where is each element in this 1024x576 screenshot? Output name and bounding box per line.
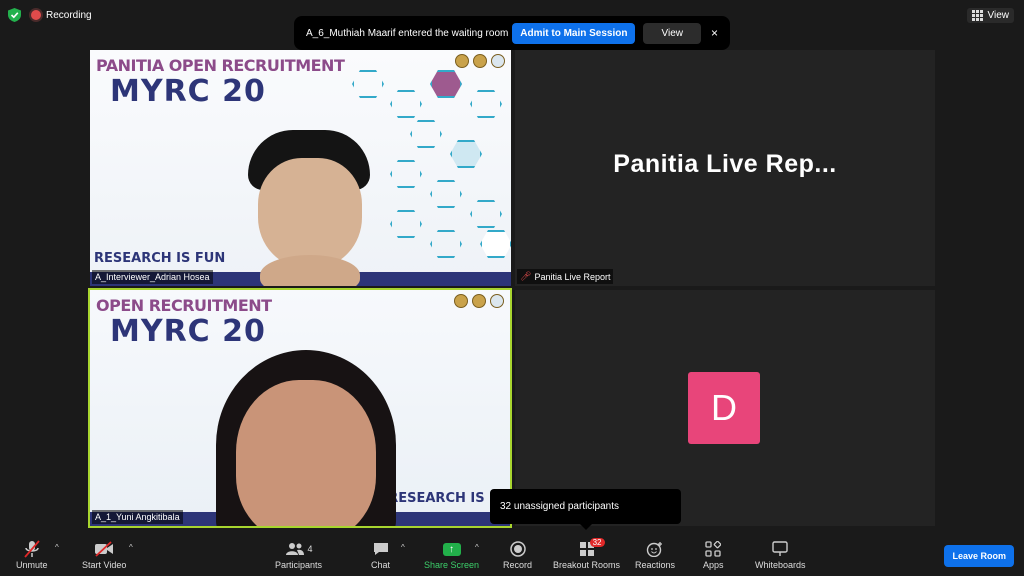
participants-icon: 4 <box>285 540 313 558</box>
slide-footer-text: RESEARCH IS FUN <box>94 251 226 266</box>
participant-name-tag: A_1_Yuni Angkitibala <box>92 510 183 524</box>
encryption-shield-icon[interactable] <box>8 8 21 22</box>
view-button[interactable]: View <box>966 8 1014 23</box>
participants-count: 4 <box>307 544 313 554</box>
participant-display-name: Panitia Live Rep... <box>613 150 837 178</box>
hexagon-shape <box>430 180 462 208</box>
sponsor-logos <box>454 294 504 308</box>
record-label: Record <box>503 560 533 570</box>
participant-face <box>236 380 376 526</box>
avatar: D <box>688 372 760 444</box>
participant-name-tag: A_Interviewer_Adrian Hosea <box>92 270 213 284</box>
slide-footer-text: RESEARCH IS F <box>388 491 498 506</box>
logo-icon <box>473 54 487 68</box>
hexagon-shape <box>430 230 462 258</box>
slide-title-large: MYRC 20 <box>110 74 266 109</box>
recording-indicator[interactable]: Recording <box>31 10 92 21</box>
leave-room-button[interactable]: Leave Room <box>944 545 1014 567</box>
audio-options-caret-icon[interactable]: ^ <box>55 543 59 552</box>
apps-label: Apps <box>703 560 724 570</box>
breakout-rooms-label: Breakout Rooms <box>553 560 621 570</box>
video-tile-active-speaker[interactable]: OPEN RECRUITMENT MYRC 20 RESEARCH IS F A… <box>88 288 512 528</box>
hexagon-shape <box>430 70 462 98</box>
slide-title-small: OPEN RECRUITMENT <box>96 296 272 315</box>
reactions-button[interactable]: Reactions <box>635 540 675 570</box>
hexagon-shape <box>480 230 511 258</box>
breakout-rooms-tooltip: 32 unassigned participants <box>490 489 681 530</box>
apps-icon <box>705 540 722 558</box>
record-icon <box>509 540 526 558</box>
video-options-caret-icon[interactable]: ^ <box>129 543 133 552</box>
start-video-label: Start Video <box>82 560 127 570</box>
whiteboards-button[interactable]: Whiteboards <box>755 540 806 570</box>
waiting-room-notification: A_6_Muthiah Maarif entered the waiting r… <box>294 16 730 50</box>
slide-title-large: MYRC 20 <box>110 314 266 349</box>
slide-title-small: PANITIA OPEN RECRUITMENT <box>96 56 345 75</box>
whiteboards-label: Whiteboards <box>755 560 806 570</box>
hexagon-shape <box>410 120 442 148</box>
unmute-label: Unmute <box>16 560 48 570</box>
hexagon-shape <box>450 140 482 168</box>
participant-name: A_Interviewer_Adrian Hosea <box>95 272 210 282</box>
mic-muted-icon <box>24 540 40 558</box>
participant-name: Panitia Live Report <box>534 271 611 282</box>
hexagon-shape <box>470 90 502 118</box>
logo-icon <box>490 294 504 308</box>
video-tile-live-report[interactable]: Panitia Live Rep... 🎤︎ Panitia Live Repo… <box>515 50 935 286</box>
admit-to-main-session-button[interactable]: Admit to Main Session <box>512 22 636 44</box>
participant-name: A_1_Yuni Angkitibala <box>95 512 180 522</box>
logo-icon <box>454 294 468 308</box>
notification-view-button[interactable]: View <box>643 22 701 44</box>
logo-icon <box>491 54 505 68</box>
share-screen-label: Share Screen <box>424 560 480 570</box>
video-tile-interviewer[interactable]: PANITIA OPEN RECRUITMENT MYRC 20 RESEARC… <box>90 50 511 286</box>
participant-face <box>258 158 362 268</box>
hexagon-shape <box>390 90 422 118</box>
breakout-rooms-icon: 32 <box>579 538 605 558</box>
tooltip-text: 32 unassigned participants <box>500 501 619 512</box>
top-status-bar: Recording <box>8 8 92 22</box>
chat-icon <box>373 540 389 558</box>
view-label: View <box>987 10 1010 21</box>
participants-label: Participants <box>275 560 323 570</box>
notification-message: A_6_Muthiah Maarif entered the waiting r… <box>306 27 509 39</box>
smiley-plus-icon <box>646 540 664 558</box>
hexagon-shape <box>470 200 502 228</box>
record-button[interactable]: Record <box>503 540 532 570</box>
grid-view-icon <box>971 10 983 21</box>
reactions-label: Reactions <box>635 560 676 570</box>
sponsor-logos <box>455 54 505 68</box>
logo-icon <box>472 294 486 308</box>
close-icon[interactable]: × <box>711 26 718 40</box>
breakout-rooms-badge: 32 <box>589 538 605 547</box>
muted-mic-icon: 🎤︎ <box>520 271 532 281</box>
participants-button[interactable]: 4 Participants <box>275 540 322 570</box>
zoom-meeting-window: Recording View A_6_Muthiah Maarif entere… <box>0 0 1024 576</box>
hexagon-shape <box>352 70 384 98</box>
share-screen-icon: ↑ <box>442 540 461 558</box>
whiteboard-icon <box>771 540 789 558</box>
chat-button[interactable]: Chat <box>371 540 390 570</box>
recording-label: Recording <box>46 9 92 21</box>
chat-options-caret-icon[interactable]: ^ <box>401 543 405 552</box>
hexagon-shape <box>390 210 422 238</box>
share-options-caret-icon[interactable]: ^ <box>475 543 479 552</box>
apps-button[interactable]: Apps <box>703 540 724 570</box>
recording-dot-icon <box>31 10 41 20</box>
unmute-button[interactable]: Unmute <box>16 540 48 570</box>
chat-label: Chat <box>371 560 391 570</box>
hexagon-shape <box>390 160 422 188</box>
logo-icon <box>455 54 469 68</box>
participant-name-tag: 🎤︎ Panitia Live Report <box>517 269 614 284</box>
share-screen-button[interactable]: ↑ Share Screen <box>424 540 479 570</box>
video-off-icon <box>94 540 114 558</box>
start-video-button[interactable]: Start Video <box>82 540 126 570</box>
breakout-rooms-button[interactable]: 32 Breakout Rooms <box>553 538 621 570</box>
